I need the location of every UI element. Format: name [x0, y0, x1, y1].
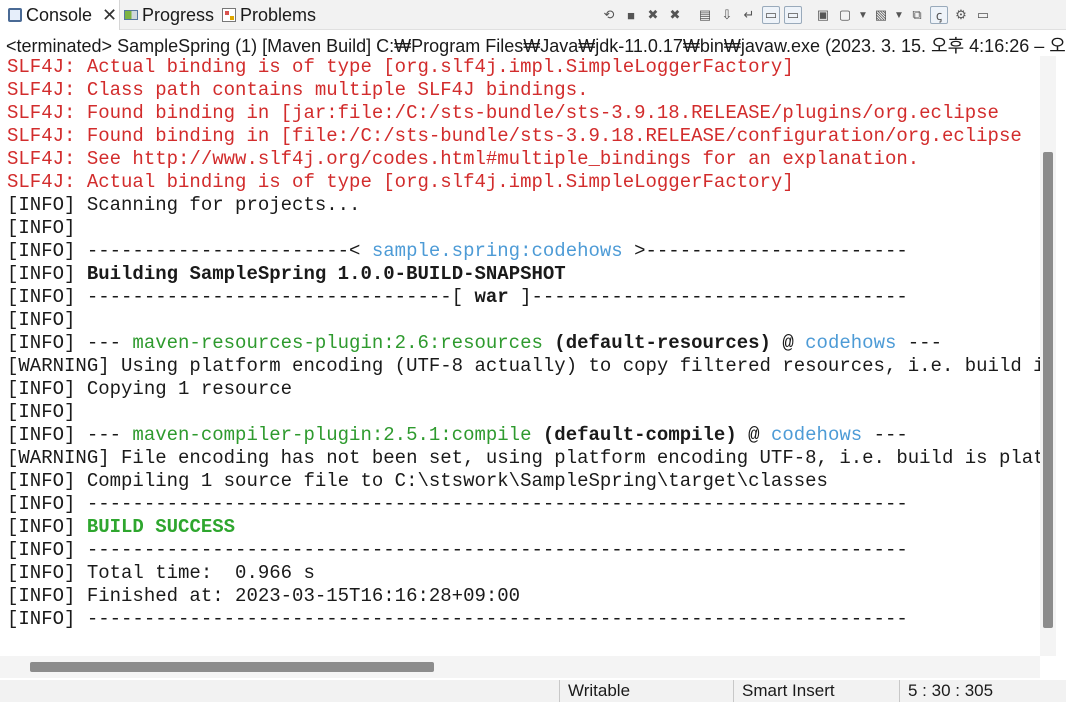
view-menu-icon[interactable]: ▭: [974, 6, 992, 24]
problems-icon: [222, 8, 236, 22]
console-line: [INFO] --- maven-resources-plugin:2.6:re…: [7, 332, 1040, 355]
project-artifact-link: codehows: [805, 332, 897, 354]
console-text-segment: ---: [862, 424, 908, 446]
console-text-segment: [INFO] ---: [7, 424, 133, 446]
show-on-stderr-icon[interactable]: ▭: [784, 6, 802, 24]
console-line: SLF4J: Class path contains multiple SLF4…: [7, 79, 589, 101]
plugin-goal: maven-compiler-plugin:2.5.1:compile: [132, 424, 532, 446]
cursor-position-status: 5 : 30 : 305: [899, 680, 1059, 702]
console-text-segment: [INFO]: [7, 516, 87, 538]
tab-problems-label: Problems: [240, 4, 317, 25]
close-icon[interactable]: ✕: [102, 5, 117, 26]
word-wrap-icon[interactable]: ↵: [740, 6, 758, 24]
console-line: SLF4J: Found binding in [jar:file:/C:/st…: [7, 102, 999, 124]
console-text-segment: [INFO] ---: [7, 332, 133, 354]
tab-progress-label: Progress: [142, 4, 215, 25]
console-text-segment: @: [770, 332, 806, 354]
console-text-segment: @: [736, 424, 771, 446]
vertical-scrollbar-thumb[interactable]: [1043, 152, 1053, 628]
console-line: SLF4J: See http://www.slf4j.org/codes.ht…: [7, 148, 920, 170]
vertical-scrollbar[interactable]: [1040, 56, 1056, 656]
tab-console[interactable]: Console ✕: [0, 0, 120, 30]
execution-id: (default-compile): [531, 424, 737, 446]
horizontal-scrollbar[interactable]: [0, 656, 1040, 678]
terminate-icon[interactable]: ■: [622, 6, 640, 24]
console-line: SLF4J: Actual binding is of type [org.sl…: [7, 171, 794, 193]
open-console-icon[interactable]: ▧: [872, 6, 890, 24]
console-text-segment: [INFO] -----------------------<: [7, 240, 372, 262]
plugin-goal: maven-resources-plugin:2.6:resources: [132, 332, 543, 354]
console-text-segment: >-----------------------: [622, 240, 908, 262]
console-output[interactable]: SLF4J: Actual binding is of type [org.sl…: [0, 56, 1040, 656]
console-line: [INFO] ---------------------------------…: [7, 539, 908, 561]
build-success-label: BUILD SUCCESS: [86, 516, 236, 538]
view-tab-bar: Console ✕ Progress Problems ⟲ ■ ✖ ✖ ▤ ⇩ …: [0, 0, 1066, 30]
console-line: [INFO] Compiling 1 source file to C:\sts…: [7, 470, 828, 492]
console-text-segment: [INFO] --------------------------------[: [7, 286, 475, 308]
show-on-stdout-icon[interactable]: ▭: [762, 6, 780, 24]
remove-all-terminated-icon[interactable]: ✖: [666, 6, 684, 24]
console-line: SLF4J: Found binding in [file:/C:/sts-bu…: [7, 125, 1022, 147]
pin-console-icon[interactable]: ▣: [814, 6, 832, 24]
console-line: [INFO]: [7, 401, 76, 423]
console-text-segment: ---: [896, 332, 942, 354]
status-bar: Writable Smart Insert 5 : 30 : 305: [0, 680, 1066, 702]
display-selected-console-icon[interactable]: ▢: [836, 6, 854, 24]
remove-launch-icon[interactable]: ✖: [644, 6, 662, 24]
project-id-link: sample.spring:codehows: [371, 240, 623, 262]
console-line: [INFO] --- maven-compiler-plugin:2.5.1:c…: [7, 424, 1040, 447]
console-line: [INFO] Finished at: 2023-03-15T16:16:28+…: [7, 585, 521, 607]
tab-console-label: Console: [26, 4, 93, 25]
insert-mode-status: Smart Insert: [733, 680, 899, 702]
chevron-down-icon[interactable]: ▼: [894, 6, 904, 24]
horizontal-scrollbar-thumb[interactable]: [30, 662, 434, 672]
console-line: [INFO] --------------------------------[…: [7, 286, 1040, 309]
console-line: [INFO]: [7, 309, 76, 331]
console-line: [INFO] Total time: 0.966 s: [7, 562, 315, 584]
execution-id: (default-resources): [542, 332, 771, 354]
pin-icon[interactable]: ⟲: [600, 6, 618, 24]
console-line: [INFO] Copying 1 resource: [7, 378, 293, 400]
console-line: [INFO] Building SampleSpring 1.0.0-BUILD…: [7, 263, 1040, 286]
regex-icon[interactable]: ꞔ: [930, 6, 948, 24]
console-text-segment: ]---------------------------------: [508, 286, 908, 308]
console-text-segment: [INFO]: [7, 263, 87, 285]
console-icon: [8, 8, 22, 22]
packaging-label: war: [474, 286, 509, 308]
writable-status: Writable: [559, 680, 732, 702]
build-title: Building SampleSpring 1.0.0-BUILD-SNAPSH…: [86, 263, 566, 285]
process-status-header: <terminated> SampleSpring (1) [Maven Bui…: [0, 30, 1066, 56]
console-line: [INFO] ---------------------------------…: [7, 493, 908, 515]
console-line: [INFO]: [7, 217, 76, 239]
tab-progress[interactable]: Progress: [122, 0, 214, 30]
console-line: [INFO] -----------------------< sample.s…: [7, 240, 1040, 263]
gear-icon[interactable]: ⚙: [952, 6, 970, 24]
tab-problems[interactable]: Problems: [220, 0, 316, 30]
scroll-lock-icon[interactable]: ⇩: [718, 6, 736, 24]
console-line: [INFO] BUILD SUCCESS: [7, 516, 1040, 539]
console-toolbar: ⟲ ■ ✖ ✖ ▤ ⇩ ↵ ▭ ▭ ▣ ▢ ▼ ▧ ▼ ⧉ ꞔ ⚙ ▭: [600, 0, 996, 30]
console-line: [INFO] ---------------------------------…: [7, 608, 908, 630]
console-line: SLF4J: Actual binding is of type [org.sl…: [7, 56, 794, 78]
progress-icon: [124, 10, 138, 20]
copy-icon[interactable]: ⧉: [908, 6, 926, 24]
console-line: [WARNING] Using platform encoding (UTF-8…: [7, 355, 1040, 377]
console-line: [INFO] Scanning for projects...: [7, 194, 361, 216]
clear-console-icon[interactable]: ▤: [696, 6, 714, 24]
console-line: [WARNING] File encoding has not been set…: [7, 447, 1040, 469]
chevron-down-icon[interactable]: ▼: [858, 6, 868, 24]
project-artifact-link: codehows: [770, 424, 863, 446]
